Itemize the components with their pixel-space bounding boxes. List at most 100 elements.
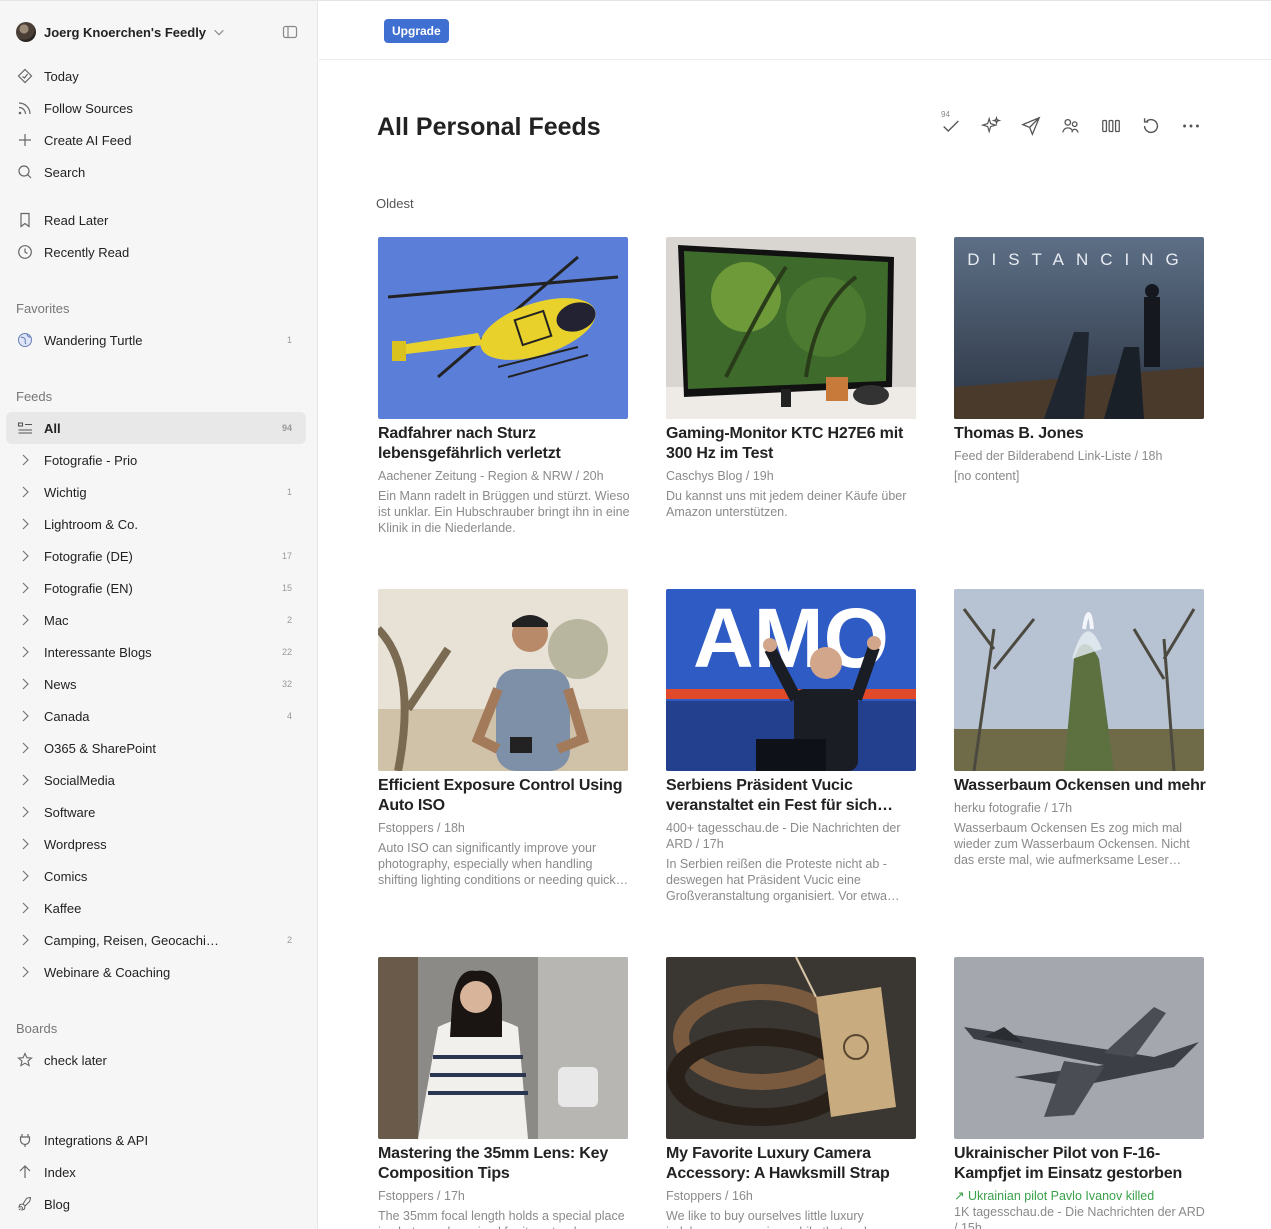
article-title[interactable]: Gaming-Monitor KTC H27E6 mit 300 Hz im T… xyxy=(666,424,918,464)
article-card[interactable]: Radfahrer nach Sturz lebensgefährlich ve… xyxy=(378,237,630,536)
article-thumbnail[interactable] xyxy=(378,237,628,419)
unread-count: 2 xyxy=(286,615,292,625)
account-switcher[interactable]: Joerg Knoerchen's Feedly xyxy=(16,21,306,43)
bookmark-icon xyxy=(16,211,34,229)
article-thumbnail[interactable] xyxy=(378,589,628,771)
chevron-right-icon[interactable] xyxy=(16,899,34,917)
article-title[interactable]: Thomas B. Jones xyxy=(954,424,1206,444)
article-title[interactable]: Efficient Exposure Control Using Auto IS… xyxy=(378,776,630,816)
article-title[interactable]: Radfahrer nach Sturz lebensgefährlich ve… xyxy=(378,424,630,464)
article-source: Feed der Bilderabend Link-Liste / 18h xyxy=(954,449,1163,463)
article-thumbnail[interactable] xyxy=(378,957,628,1139)
article-thumbnail[interactable]: AMO xyxy=(666,589,916,771)
chevron-right-icon[interactable] xyxy=(16,579,34,597)
sidebar-feed-item[interactable]: Wordpress xyxy=(6,828,306,860)
chevron-right-icon[interactable] xyxy=(16,547,34,565)
sidebar-feed-item[interactable]: Comics xyxy=(6,860,306,892)
team-button[interactable] xyxy=(1059,114,1083,138)
chevron-right-icon[interactable] xyxy=(16,451,34,469)
sidebar-feed-item[interactable]: Lightroom & Co. xyxy=(6,508,306,540)
article-card[interactable]: AMO Serbiens Präsident Vucic veranstalte… xyxy=(666,589,918,904)
nav-today[interactable]: Today xyxy=(6,60,306,92)
chevron-right-icon[interactable] xyxy=(16,739,34,757)
nav-label: Read Later xyxy=(44,212,109,228)
chevron-right-icon[interactable] xyxy=(16,803,34,821)
article-card[interactable]: DISTANCING Thomas B. Jones Feed der Bild… xyxy=(954,237,1206,484)
sidebar-feed-label: Kaffee xyxy=(44,900,82,916)
unread-count: 17 xyxy=(281,551,292,561)
send-icon xyxy=(1021,116,1041,136)
refresh-button[interactable] xyxy=(1139,114,1163,138)
chevron-right-icon[interactable] xyxy=(16,963,34,981)
share-button[interactable] xyxy=(1019,114,1043,138)
sidebar-feed-item[interactable]: All 94 xyxy=(6,412,306,444)
article-card[interactable]: Gaming-Monitor KTC H27E6 mit 300 Hz im T… xyxy=(666,237,918,520)
article-card[interactable]: My Favorite Luxury Camera Accessory: A H… xyxy=(666,957,918,1229)
article-card[interactable]: Efficient Exposure Control Using Auto IS… xyxy=(378,589,630,888)
nav-create-ai-feed[interactable]: Create AI Feed xyxy=(6,124,306,156)
columns-icon xyxy=(1102,119,1120,133)
nav-integrations[interactable]: Integrations & API xyxy=(6,1124,306,1156)
nav-wandering-turtle[interactable]: Wandering Turtle 1 xyxy=(6,324,306,356)
favorites-heading: Favorites xyxy=(16,301,70,316)
sidebar-feed-item[interactable]: Interessante Blogs 22 xyxy=(6,636,306,668)
article-thumbnail[interactable] xyxy=(954,589,1204,771)
sidebar-feed-item[interactable]: Software xyxy=(6,796,306,828)
sidebar-feed-item[interactable]: Kaffee xyxy=(6,892,306,924)
sort-order[interactable]: Oldest xyxy=(376,196,414,211)
chevron-right-icon[interactable] xyxy=(16,835,34,853)
layout-button[interactable] xyxy=(1099,114,1123,138)
sidebar-feed-item[interactable]: Camping, Reisen, Geocachi… 2 xyxy=(6,924,306,956)
nav-recently-read[interactable]: Recently Read xyxy=(6,236,306,268)
mark-read-count: 94 xyxy=(941,110,950,119)
nav-follow-sources[interactable]: Follow Sources xyxy=(6,92,306,124)
upgrade-button[interactable]: Upgrade xyxy=(384,19,449,43)
sidebar-feed-label: Lightroom & Co. xyxy=(44,516,138,532)
nav-search[interactable]: Search xyxy=(6,156,306,188)
chevron-right-icon[interactable] xyxy=(16,483,34,501)
article-card[interactable]: Wasserbaum Ockensen und mehr herku fotog… xyxy=(954,589,1206,868)
nav-blog[interactable]: Blog xyxy=(6,1188,306,1220)
article-thumbnail[interactable] xyxy=(954,957,1204,1139)
chevron-right-icon[interactable] xyxy=(16,771,34,789)
mark-all-read-button[interactable]: 94 xyxy=(939,110,963,138)
article-title[interactable]: Ukrainischer Pilot von F-16-Kampfjet im … xyxy=(954,1144,1206,1184)
sidebar-feed-item[interactable]: Mac 2 xyxy=(6,604,306,636)
sidebar-feed-item[interactable]: Wichtig 1 xyxy=(6,476,306,508)
chevron-right-icon[interactable] xyxy=(16,675,34,693)
article-excerpt: Auto ISO can significantly improve your … xyxy=(378,841,616,887)
chevron-right-icon[interactable] xyxy=(16,515,34,533)
sidebar-feed-item[interactable]: Webinare & Coaching xyxy=(6,956,306,988)
trending-icon: ↗ xyxy=(954,1189,965,1203)
article-card[interactable]: Ukrainischer Pilot von F-16-Kampfjet im … xyxy=(954,957,1206,1229)
article-title[interactable]: Mastering the 35mm Lens: Key Composition… xyxy=(378,1144,630,1184)
article-title[interactable]: Serbiens Präsident Vucic veranstaltet ei… xyxy=(666,776,918,816)
article-title[interactable]: My Favorite Luxury Camera Accessory: A H… xyxy=(666,1144,918,1184)
article-thumbnail[interactable]: DISTANCING xyxy=(954,237,1204,419)
article-card[interactable]: Mastering the 35mm Lens: Key Composition… xyxy=(378,957,630,1229)
trending-topic[interactable]: Ukrainian pilot Pavlo Ivanov killed xyxy=(968,1189,1154,1203)
sidebar-feed-item[interactable]: Canada 4 xyxy=(6,700,306,732)
sidebar-feed-item[interactable]: Fotografie (EN) 15 xyxy=(6,572,306,604)
nav-read-later[interactable]: Read Later xyxy=(6,204,306,236)
chevron-right-icon[interactable] xyxy=(16,707,34,725)
ai-button[interactable] xyxy=(979,114,1003,138)
article-thumbnail[interactable] xyxy=(666,237,916,419)
sidebar-feed-label: Comics xyxy=(44,868,88,884)
chevron-right-icon[interactable] xyxy=(16,867,34,885)
chevron-right-icon[interactable] xyxy=(16,931,34,949)
article-title[interactable]: Wasserbaum Ockensen und mehr xyxy=(954,776,1206,796)
sidebar-feed-item[interactable]: SocialMedia xyxy=(6,764,306,796)
sidebar-toggle-icon[interactable] xyxy=(282,24,298,40)
more-options-button[interactable] xyxy=(1179,114,1203,138)
nav-board-check-later[interactable]: check later xyxy=(6,1044,306,1076)
chevron-right-icon[interactable] xyxy=(16,643,34,661)
sidebar-feed-item[interactable]: Fotografie - Prio xyxy=(6,444,306,476)
sidebar-feed-item[interactable]: Fotografie (DE) 17 xyxy=(6,540,306,572)
article-excerpt: [no content] xyxy=(954,469,1020,483)
sidebar-feed-item[interactable]: News 32 xyxy=(6,668,306,700)
nav-index[interactable]: Index xyxy=(6,1156,306,1188)
chevron-right-icon[interactable] xyxy=(16,611,34,629)
article-thumbnail[interactable] xyxy=(666,957,916,1139)
sidebar-feed-item[interactable]: O365 & SharePoint xyxy=(6,732,306,764)
